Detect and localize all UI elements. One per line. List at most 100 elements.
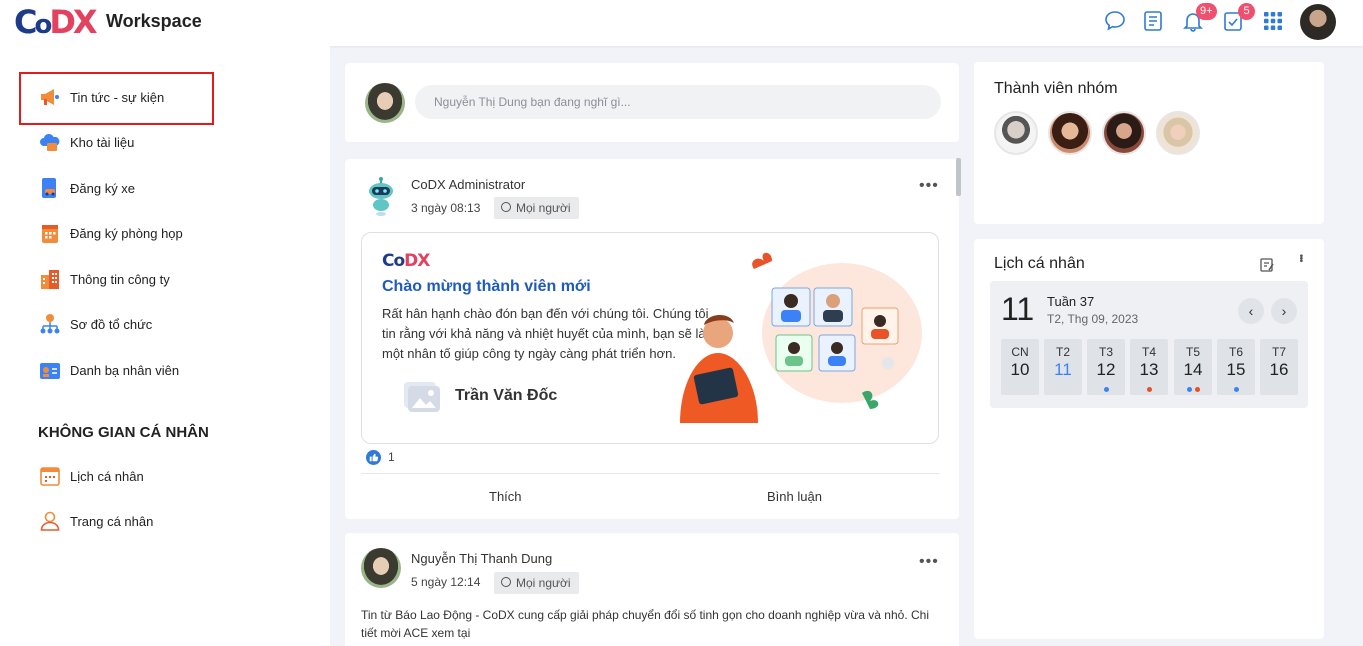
megaphone-icon (41, 89, 59, 105)
selected-day-number: 11 (1001, 291, 1035, 327)
day-number: 11 (1054, 360, 1072, 379)
event-dot (1146, 387, 1152, 392)
calendar-day[interactable]: T2 11 (1044, 339, 1082, 395)
member-avatar[interactable] (1156, 111, 1200, 155)
more-options-icon[interactable]: ••• (919, 553, 939, 571)
welcome-illustration (680, 252, 922, 423)
day-number: 15 (1226, 360, 1246, 379)
day-name: T5 (1185, 345, 1200, 359)
post-time: 3 ngày 08:13 (411, 201, 481, 215)
like-count[interactable]: 1 (388, 450, 395, 464)
sidebar-item-meeting-room[interactable]: Đăng ký phòng họp (38, 220, 183, 246)
day-name: T7 (1271, 345, 1286, 359)
chevron-right-icon: › (1281, 303, 1287, 319)
day-name: T3 (1098, 345, 1113, 359)
calendar-icon (40, 467, 60, 486)
car-document-icon (42, 178, 56, 198)
audience-badge[interactable]: Mọi người (494, 572, 579, 594)
day-name: T4 (1141, 345, 1156, 359)
sidebar-item-vehicle-booking[interactable]: Đăng ký xe (38, 175, 135, 201)
day-number: 16 (1269, 360, 1289, 379)
sidebar-item-label: Tin tức - sự kiện (70, 89, 165, 105)
week-label: Tuần 37 (1047, 294, 1095, 309)
sidebar-item-news-events[interactable]: Tin tức - sự kiện (38, 84, 164, 110)
personal-space-heading: KHÔNG GIAN CÁ NHÂN (38, 424, 209, 441)
day-number: 14 (1183, 360, 1203, 379)
comment-button[interactable]: Bình luận (767, 489, 822, 504)
day-number: 12 (1096, 360, 1116, 379)
feed-scrollbar[interactable] (956, 158, 961, 196)
member-avatar[interactable] (1048, 111, 1092, 155)
day-name: T6 (1228, 345, 1243, 359)
audience-badge[interactable]: Mọi người (494, 197, 579, 219)
more-vertical-icon[interactable]: ••• (1295, 254, 1306, 262)
audience-label: Mọi người (516, 576, 571, 590)
cloud-folder-icon (40, 133, 60, 151)
day-number: 13 (1139, 360, 1159, 379)
team-members-card: Thành viên nhóm (974, 62, 1324, 224)
person-icon (40, 511, 60, 531)
post-composer: Nguyễn Thị Dung bạn đang nghĩ gì... (345, 63, 959, 142)
sidebar-item-profile[interactable]: Trang cá nhân (38, 508, 153, 534)
sidebar-item-employee-directory[interactable]: Danh bạ nhân viên (38, 357, 179, 383)
day-name: T2 (1055, 345, 1070, 359)
chat-icon[interactable] (1103, 9, 1127, 33)
contact-card-icon (40, 363, 60, 379)
day-number: 10 (1010, 360, 1030, 379)
calendar-day[interactable]: T5 14 (1174, 339, 1212, 395)
sidebar-item-personal-calendar[interactable]: Lịch cá nhân (38, 463, 144, 489)
top-header: CoDX Workspace 9+ 5 (0, 0, 1363, 46)
week-calendar: 11 Tuần 37 T2, Thg 09, 2023 ‹ › CN 10 T2 11… (990, 281, 1308, 408)
sidebar-item-label: Trang cá nhân (70, 513, 154, 529)
divider (361, 473, 939, 474)
post-author[interactable]: CoDX Administrator (411, 177, 525, 192)
next-week-button[interactable]: › (1271, 298, 1297, 324)
calendar-day[interactable]: CN 10 (1001, 339, 1039, 395)
banner-title: Chào mừng thành viên mới (382, 278, 591, 295)
composer-input[interactable]: Nguyễn Thị Dung bạn đang nghĩ gì... (415, 85, 941, 119)
edit-note-icon[interactable] (1259, 257, 1275, 273)
org-chart-icon (40, 314, 60, 334)
member-avatar[interactable] (1102, 111, 1146, 155)
avatar (361, 548, 401, 588)
event-dot (1103, 387, 1109, 392)
post-card: Nguyễn Thị Thanh Dung 5 ngày 12:14 Mọi n… (345, 533, 959, 646)
calendar-day[interactable]: T3 12 (1087, 339, 1125, 395)
event-dot (1233, 387, 1239, 392)
calendar-title: Lịch cá nhân (994, 255, 1085, 272)
codx-logo[interactable]: CoDX (14, 3, 98, 44)
notification-badge: 9+ (1196, 3, 1217, 20)
post-card: CoDX Administrator 3 ngày 08:13 Mọi ngườ… (345, 159, 959, 519)
member-avatar[interactable] (994, 111, 1038, 155)
event-dot (1186, 387, 1192, 392)
prev-week-button[interactable]: ‹ (1238, 298, 1264, 324)
checklist-icon[interactable] (1141, 9, 1165, 33)
like-reaction-icon (366, 450, 381, 465)
sidebar-item-company-info[interactable]: Thông tin công ty (38, 266, 170, 292)
app-title: Workspace (106, 11, 202, 31)
sidebar-item-documents[interactable]: Kho tài liệu (38, 129, 134, 155)
sidebar-item-label: Danh bạ nhân viên (70, 362, 180, 378)
sidebar-item-label: Thông tin công ty (70, 271, 170, 287)
chevron-left-icon: ‹ (1248, 303, 1254, 319)
user-avatar[interactable] (1300, 4, 1336, 40)
audience-label: Mọi người (516, 201, 571, 215)
calendar-day[interactable]: T6 15 (1217, 339, 1255, 395)
banner-logo: CoDX (382, 251, 430, 271)
personal-calendar-card: Lịch cá nhân ••• 11 Tuần 37 T2, Thg 09, … (974, 239, 1324, 639)
more-options-icon[interactable]: ••• (919, 177, 939, 195)
sidebar-item-label: Đăng ký phòng họp (70, 225, 183, 241)
new-member-name: Trần Văn Đốc (455, 387, 558, 404)
avatar (365, 83, 405, 123)
calendar-building-icon (42, 225, 58, 243)
day-name: CN (1011, 345, 1029, 359)
apps-grid-icon[interactable] (1261, 9, 1285, 33)
members-title: Thành viên nhóm (994, 80, 1118, 97)
calendar-day[interactable]: T7 16 (1260, 339, 1298, 395)
calendar-day[interactable]: T4 13 (1130, 339, 1168, 395)
sidebar-item-label: Lịch cá nhân (70, 468, 144, 484)
sidebar-item-org-chart[interactable]: Sơ đồ tổ chức (38, 311, 152, 337)
like-button[interactable]: Thích (489, 489, 522, 504)
post-text: Tin từ Báo Lao Động - CoDX cung cấp giải… (361, 608, 929, 640)
post-author[interactable]: Nguyễn Thị Thanh Dung (411, 551, 552, 566)
